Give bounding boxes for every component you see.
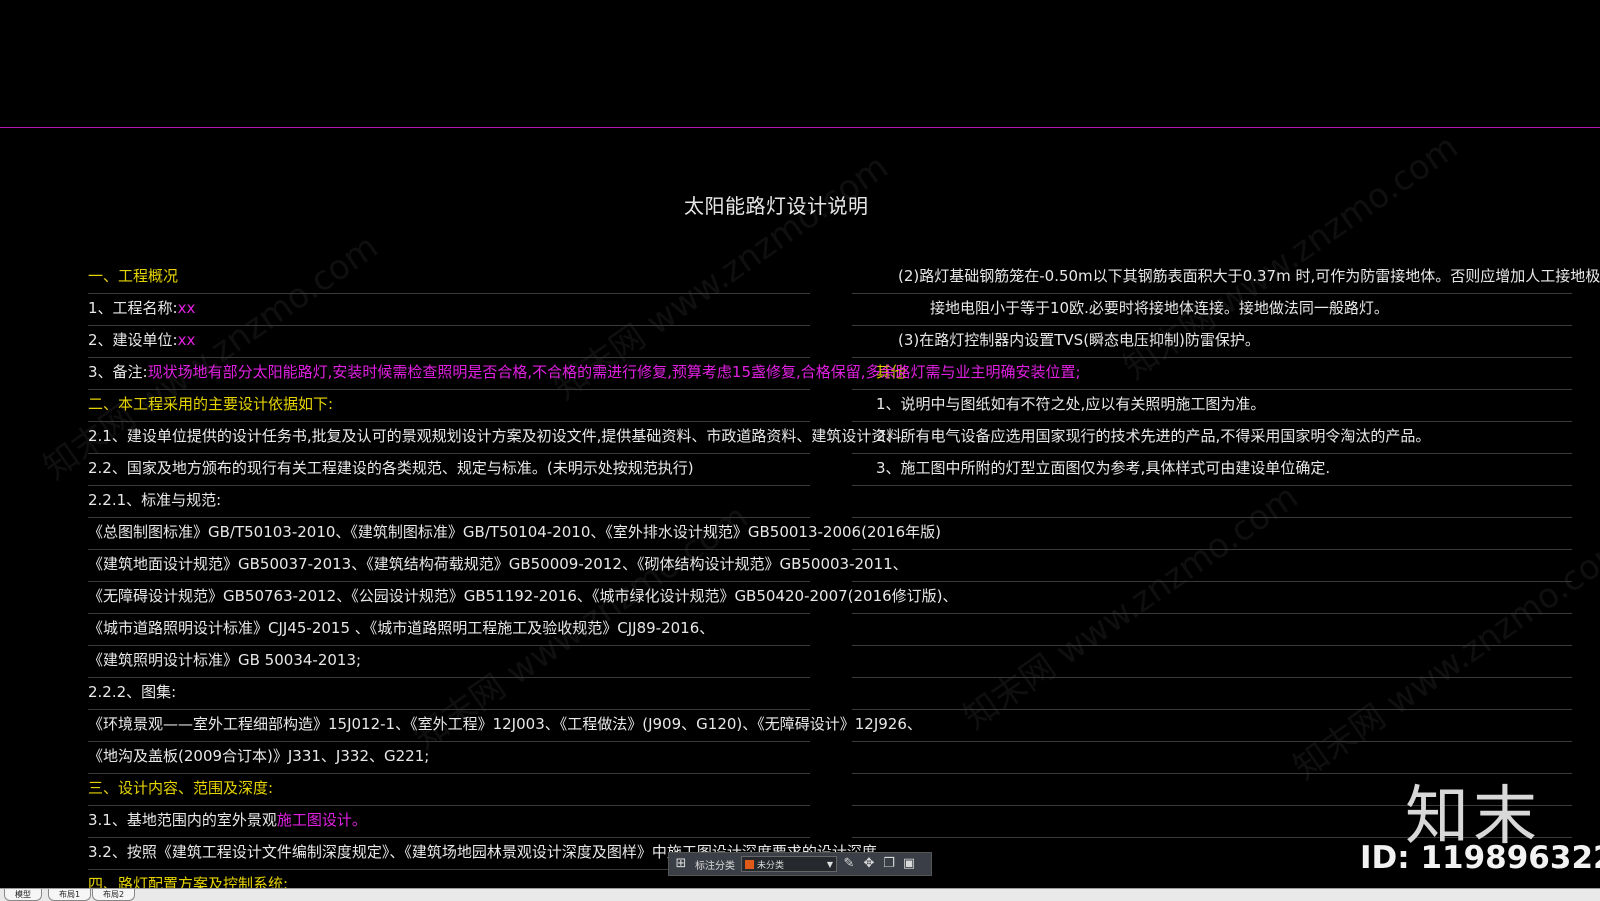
border-rule bbox=[0, 127, 1600, 128]
body-text: 《总图制图标准》GB/T50103-2010、《建筑制图标准》GB/T50104… bbox=[88, 523, 941, 541]
id-label: ID: 1198963220 bbox=[1360, 840, 1600, 876]
edit-icon[interactable]: ✎ bbox=[841, 856, 857, 872]
body-text: 《建筑照明设计标准》GB 50034-2013; bbox=[88, 651, 362, 669]
right-line: (3)在路灯控制器内设置TVS(瞬态电压抑制)防雷保护。 bbox=[852, 326, 1572, 358]
left-column: 一、工程概况 1、工程名称:xx 2、建设单位:xx 3、备注:现状场地有部分太阳能路… bbox=[88, 262, 1081, 888]
grid-icon[interactable]: ⊞ bbox=[673, 856, 689, 872]
toolbar-label: 标注分类 bbox=[695, 860, 735, 872]
left-line: 《建筑地面设计规范》GB50037-2013、《建筑结构荷载规范》GB50009… bbox=[88, 550, 908, 582]
left-line: 2.1、建设单位提供的设计任务书,批复及认可的景观规划设计方案及初设文件,提供基… bbox=[88, 422, 916, 454]
left-line: 3、备注:现状场地有部分太阳能路灯,安装时候需检查照明是否合格,不合格的需进行修… bbox=[88, 358, 1081, 390]
paste-icon[interactable]: ▣ bbox=[901, 856, 917, 872]
field-value: 施工图设计。 bbox=[276, 811, 367, 829]
body-text: 2.2、国家及地方颁布的现行有关工程建设的各类规范、规定与标准。(未明示处按规范… bbox=[88, 459, 694, 477]
category-select[interactable]: 未分类 ▼ bbox=[741, 856, 837, 872]
left-line: 二、本工程采用的主要设计依据如下: bbox=[88, 390, 810, 422]
section-heading: 二、本工程采用的主要设计依据如下: bbox=[88, 395, 334, 413]
body-text: 接地电阻小于等于10欧.必要时将接地体连接。接地做法同一般路灯。 bbox=[930, 299, 1389, 317]
left-line: 2.2、国家及地方颁布的现行有关工程建设的各类规范、规定与标准。(未明示处按规范… bbox=[88, 454, 810, 486]
tab-layout2[interactable]: 布局2 bbox=[92, 889, 136, 901]
body-text: 《无障碍设计规范》GB50763-2012、《公园设计规范》GB51192-20… bbox=[88, 587, 958, 605]
right-line: (2)路灯基础钢筋笼在-0.50m以下其钢筋表面积大于0.37m 时,可作为防雷… bbox=[852, 262, 1600, 294]
category-value: 未分类 bbox=[757, 860, 785, 871]
body-text: 1、说明中与图纸如有不符之处,应以有关照明施工图为准。 bbox=[876, 395, 1266, 413]
field-label: 2、建设单位: bbox=[88, 331, 178, 349]
left-line: 2.2.1、标准与规范: bbox=[88, 486, 810, 518]
body-text: 2.1、建设单位提供的设计任务书,批复及认可的景观规划设计方案及初设文件,提供基… bbox=[88, 427, 917, 445]
body-text: 《地沟及盖板(2009合订本)》J331、J332、G221; bbox=[88, 747, 430, 765]
body-text: 2.2.2、图集: bbox=[88, 683, 177, 701]
section-heading: 三、设计内容、范围及深度: bbox=[88, 779, 274, 797]
body-text: 2.2.1、标准与规范: bbox=[88, 491, 222, 509]
left-line: 3.1、基地范围内的室外景观施工图设计。 bbox=[88, 806, 810, 838]
field-label: 1、工程名称: bbox=[88, 299, 178, 317]
right-line bbox=[852, 518, 1572, 550]
left-line: 《建筑照明设计标准》GB 50034-2013; bbox=[88, 646, 810, 678]
right-line bbox=[852, 710, 1572, 742]
right-line bbox=[852, 614, 1572, 646]
tab-model[interactable]: 模型 bbox=[4, 889, 42, 901]
chevron-down-icon: ▼ bbox=[826, 859, 833, 869]
drawing-canvas[interactable]: 知末网 www.znzmo.com 知末网 www.znzmo.com 知末网 … bbox=[0, 0, 1600, 888]
left-line: 三、设计内容、范围及深度: bbox=[88, 774, 810, 806]
field-label: 3、备注: bbox=[88, 363, 148, 381]
right-line: 1、说明中与图纸如有不符之处,应以有关照明施工图为准。 bbox=[852, 390, 1572, 422]
field-value: xx bbox=[177, 299, 196, 317]
right-line bbox=[852, 582, 1572, 614]
color-swatch bbox=[745, 859, 754, 869]
right-line: 2、所有电气设备应选用国家现行的技术先进的产品,不得采用国家明令淘汰的产品。 bbox=[852, 422, 1572, 454]
right-line bbox=[852, 646, 1572, 678]
right-line bbox=[852, 486, 1572, 518]
body-text: 2、所有电气设备应选用国家现行的技术先进的产品,不得采用国家明令淘汰的产品。 bbox=[876, 427, 1431, 445]
body-text: 《建筑地面设计规范》GB50037-2013、《建筑结构荷载规范》GB50009… bbox=[88, 555, 908, 573]
left-line: 1、工程名称:xx bbox=[88, 294, 810, 326]
move-icon[interactable]: ✥ bbox=[861, 856, 877, 872]
body-text: (3)在路灯控制器内设置TVS(瞬态电压抑制)防雷保护。 bbox=[898, 331, 1260, 349]
left-line: 2、建设单位:xx bbox=[88, 326, 810, 358]
right-line bbox=[852, 678, 1572, 710]
right-line: 接地电阻小于等于10欧.必要时将接地体连接。接地做法同一般路灯。 bbox=[852, 294, 1572, 326]
body-text: (2)路灯基础钢筋笼在-0.50m以下其钢筋表面积大于0.37m 时,可作为防雷… bbox=[898, 267, 1600, 285]
annotation-toolbar: ⊞ 标注分类 未分类 ▼ ✎ ✥ ❐ ▣ bbox=[668, 852, 932, 876]
field-value: 现状场地有部分太阳能路灯,安装时候需检查照明是否合格,不合格的需进行修复,预算考… bbox=[147, 363, 1081, 381]
left-line: 2.2.2、图集: bbox=[88, 678, 810, 710]
left-line: 《城市道路照明设计标准》CJJ45-2015 、《城市道路照明工程施工及验收规范… bbox=[88, 614, 810, 646]
field-value: xx bbox=[177, 331, 196, 349]
layout-tab-bar: 模型 布局1 布局2 bbox=[0, 888, 1600, 901]
body-text: 3、施工图中所附的灯型立面图仅为参考,具体样式可由建设单位确定. bbox=[876, 459, 1331, 477]
left-line: 《环境景观——室外工程细部构造》15J012-1、《室外工程》12J003、《工… bbox=[88, 710, 922, 742]
left-line: 《无障碍设计规范》GB50763-2012、《公园设计规范》GB51192-20… bbox=[88, 582, 958, 614]
field-label: 3.1、基地范围内的室外景观 bbox=[88, 811, 277, 829]
page-title: 太阳能路灯设计说明 bbox=[684, 194, 869, 218]
right-column: (2)路灯基础钢筋笼在-0.50m以下其钢筋表面积大于0.37m 时,可作为防雷… bbox=[852, 262, 1600, 838]
section-heading: 一、工程概况 bbox=[88, 267, 179, 285]
copy-icon[interactable]: ❐ bbox=[881, 856, 897, 872]
tab-layout1[interactable]: 布局1 bbox=[48, 889, 92, 901]
left-line: 《总图制图标准》GB/T50103-2010、《建筑制图标准》GB/T50104… bbox=[88, 518, 941, 550]
right-line: 3、施工图中所附的灯型立面图仅为参考,具体样式可由建设单位确定. bbox=[852, 454, 1572, 486]
left-line: 一、工程概况 bbox=[88, 262, 810, 294]
body-text: 《环境景观——室外工程细部构造》15J012-1、《室外工程》12J003、《工… bbox=[88, 715, 922, 733]
body-text: 《城市道路照明设计标准》CJJ45-2015 、《城市道路照明工程施工及验收规范… bbox=[88, 619, 715, 637]
left-line: 《地沟及盖板(2009合订本)》J331、J332、G221; bbox=[88, 742, 810, 774]
right-line bbox=[852, 550, 1572, 582]
section-heading: 四、路灯配置方案及控制系统: bbox=[88, 875, 289, 888]
